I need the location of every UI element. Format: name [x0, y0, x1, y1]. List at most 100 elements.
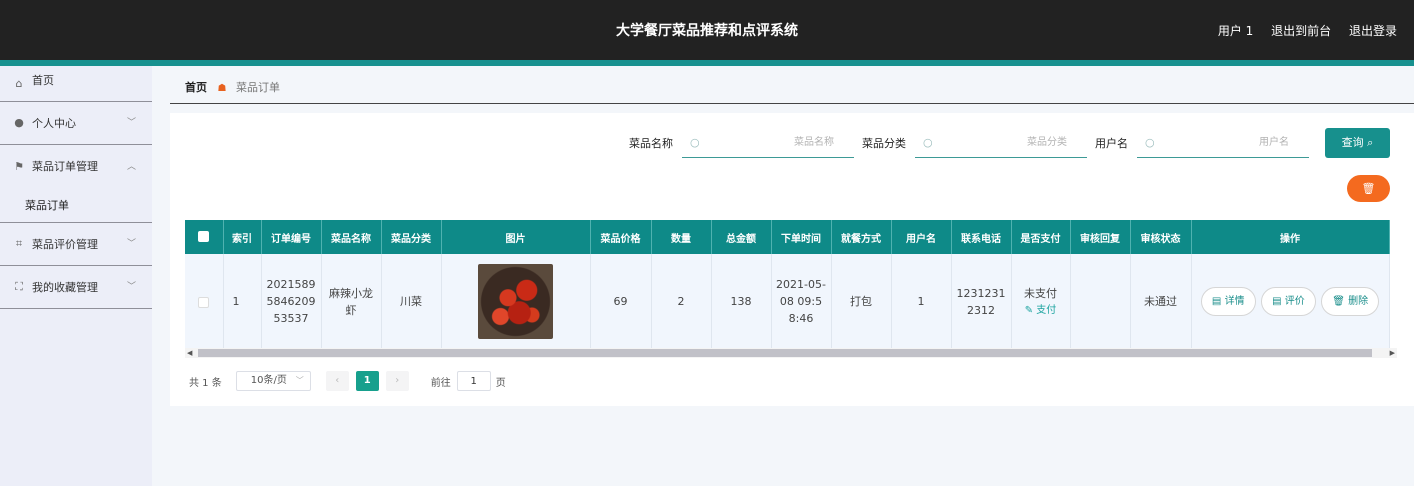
dish-name-cell: 麻辣小龙虾	[321, 254, 382, 349]
sidebar-item-home[interactable]: ⌂ 首页	[0, 66, 152, 102]
header-actions: 用户 1 退出到前台 退出登录	[1204, 0, 1397, 62]
breadcrumb-bar: 首页 ☗ 菜品订单	[170, 66, 1414, 104]
edit-icon: ✎	[1024, 304, 1037, 316]
category-cell: 川菜	[381, 254, 442, 349]
review-button[interactable]: ▤ 评价	[1261, 287, 1316, 316]
column-header: 订单编号	[261, 220, 322, 254]
phone-cell: 12312312312	[951, 254, 1012, 349]
index-cell: 1	[223, 254, 262, 349]
column-header: 操作	[1191, 220, 1390, 254]
detail-button[interactable]: ▤ 详情	[1200, 287, 1256, 316]
orders-table: 索引 订单编号 菜品名称 菜品分类 图片 菜品价格 数量 总金额 下单时间 就餐…	[185, 220, 1397, 362]
trash-icon: 🗑	[1361, 182, 1376, 195]
home-icon: ☗	[217, 83, 227, 94]
delete-button-label: 删除	[1348, 296, 1369, 307]
next-page-button[interactable]: ›	[385, 371, 409, 391]
app-title: 大学餐厅菜品推荐和点评系统	[616, 23, 798, 39]
scroll-left-icon[interactable]: ◀	[187, 348, 192, 358]
review-reply-cell	[1070, 254, 1131, 349]
order-time-cell: 2021-05-08 09:58:46	[771, 254, 832, 349]
chevron-left-icon: ‹	[335, 375, 340, 386]
trash-icon: 🗑	[1332, 296, 1349, 307]
back-to-front-link[interactable]: 退出到前台	[1271, 24, 1331, 38]
actions-cell: ▤ 详情 ▤ 评价 🗑 删除	[1191, 254, 1390, 349]
frame-icon: ⛶	[15, 280, 23, 293]
row-select-cell	[185, 254, 224, 349]
current-user-link[interactable]: 用户 1	[1218, 24, 1253, 38]
sidebar: ⌂ 首页 ● 个人中心 ﹀ ⚑ 菜品订单管理 ︿ 菜品订单 ⌗ 菜品评价管理 ﹀…	[0, 66, 152, 486]
sidebar-item-order-management[interactable]: ⚑ 菜品订单管理 ︿	[0, 145, 152, 188]
sidebar-item-label: 我的收藏管理	[32, 281, 98, 294]
breadcrumb-home[interactable]: 首页	[185, 81, 207, 94]
logout-link[interactable]: 退出登录	[1349, 24, 1397, 38]
chevron-right-icon: ›	[395, 375, 400, 386]
search-icon: ⌕	[1367, 136, 1374, 149]
sidebar-subitem-dish-orders[interactable]: 菜品订单	[0, 188, 152, 223]
goto-page-input[interactable]	[456, 371, 491, 391]
column-header: 总金额	[711, 220, 772, 254]
total-cell: 138	[711, 254, 772, 349]
column-header: 数量	[651, 220, 712, 254]
order-no-cell: 2021589584620953537	[261, 254, 322, 349]
page-unit-label: 页	[495, 377, 506, 389]
column-header: 用户名	[891, 220, 952, 254]
batch-delete-button[interactable]: 🗑	[1347, 175, 1390, 202]
column-header: 是否支付	[1011, 220, 1071, 254]
breadcrumb: 首页 ☗ 菜品订单	[185, 79, 280, 95]
sidebar-item-review-management[interactable]: ⌗ 菜品评价管理 ﹀	[0, 223, 152, 266]
quantity-cell: 2	[651, 254, 712, 349]
select-all-checkbox[interactable]	[198, 231, 210, 243]
page-number-button[interactable]: 1	[355, 371, 379, 391]
username-label: 用户名	[1095, 137, 1128, 150]
column-header: 索引	[223, 220, 262, 254]
column-header: 就餐方式	[831, 220, 892, 254]
crop-icon: ⌗	[15, 237, 23, 250]
username-input[interactable]	[1137, 128, 1309, 157]
dish-name-label: 菜品名称	[629, 137, 673, 150]
chevron-down-icon: ﹀	[295, 376, 304, 385]
price-cell: 69	[590, 254, 652, 349]
sidebar-item-favorites-management[interactable]: ⛶ 我的收藏管理 ﹀	[0, 266, 152, 309]
page-size-select[interactable]: 10条/页 ﹀	[235, 371, 311, 391]
pay-link[interactable]: ✎ 支付	[1016, 302, 1066, 319]
dish-name-input[interactable]	[682, 128, 854, 157]
breadcrumb-current: 菜品订单	[235, 81, 280, 94]
table-header-row: 索引 订单编号 菜品名称 菜品分类 图片 菜品价格 数量 总金额 下单时间 就餐…	[185, 220, 1390, 254]
dish-photo	[478, 264, 553, 339]
column-header: 审核回复	[1070, 220, 1131, 254]
sidebar-item-label: 菜品订单管理	[32, 160, 98, 173]
home-icon: ⌂	[15, 76, 23, 90]
image-cell	[441, 254, 591, 349]
dish-category-field: ○	[915, 128, 1087, 158]
query-button[interactable]: 查询 ⌕	[1325, 128, 1390, 158]
column-header: 下单时间	[771, 220, 832, 254]
chevron-down-icon: ﹀	[126, 282, 136, 292]
dish-category-input[interactable]	[915, 128, 1087, 157]
delete-button[interactable]: 🗑 删除	[1321, 287, 1380, 316]
document-icon: ▤	[1272, 296, 1285, 307]
dish-category-label: 菜品分类	[862, 137, 906, 150]
review-status-cell: 未通过	[1130, 254, 1192, 349]
sidebar-item-personal-center[interactable]: ● 个人中心 ﹀	[0, 102, 152, 145]
chevron-down-icon: ﹀	[126, 239, 136, 249]
flag-icon: ⚑	[14, 159, 24, 173]
column-header: 菜品分类	[381, 220, 442, 254]
username-field: ○	[1137, 128, 1309, 158]
content-card: 菜品名称 ○ 菜品分类 ○ 用户名 ○ 查询 ⌕ 🗑	[170, 113, 1414, 406]
user-icon: ●	[14, 116, 24, 129]
sidebar-item-label: 首页	[32, 74, 54, 87]
scroll-right-icon[interactable]: ▶	[1390, 348, 1395, 358]
prev-page-button[interactable]: ‹	[325, 371, 349, 391]
document-icon: ▤	[1211, 296, 1225, 307]
column-header: 菜品名称	[321, 220, 382, 254]
chevron-up-icon: ︿	[126, 161, 136, 172]
select-all-header	[185, 220, 224, 254]
table-horizontal-scrollbar[interactable]: ◀ ▶	[185, 348, 1397, 358]
column-header: 审核状态	[1130, 220, 1192, 254]
paid-status: 未支付	[1024, 286, 1057, 300]
column-header: 联系电话	[951, 220, 1012, 254]
scrollbar-thumb[interactable]	[198, 349, 1372, 357]
table-row: 1 2021589584620953537 麻辣小龙虾 川菜 69 2 138 …	[185, 254, 1390, 349]
row-checkbox[interactable]	[198, 296, 210, 308]
dish-name-field: ○	[682, 128, 854, 158]
